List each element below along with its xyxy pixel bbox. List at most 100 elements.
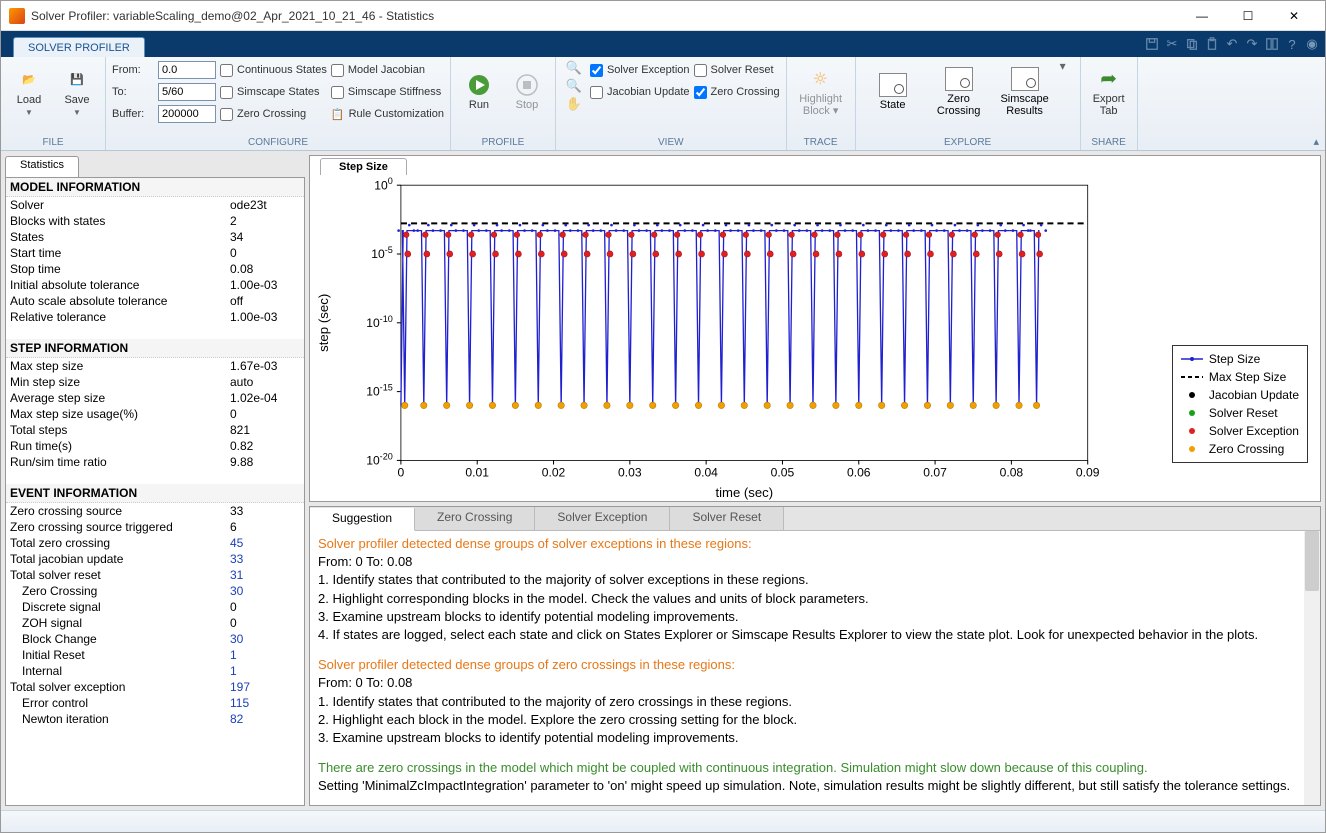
tab-zero-crossing[interactable]: Zero Crossing xyxy=(415,507,535,530)
ribbon-group-profile: Run Stop PROFILE xyxy=(451,57,556,150)
stats-key: Newton iteration xyxy=(10,712,230,726)
stats-row: Average step size1.02e-04 xyxy=(6,390,304,406)
paste-icon[interactable] xyxy=(1203,35,1221,53)
tab-solver-exception[interactable]: Solver Exception xyxy=(535,507,670,530)
stats-row: Initial Reset1 xyxy=(6,647,304,663)
stats-value[interactable]: 197 xyxy=(230,680,300,694)
stop-button[interactable]: Stop xyxy=(505,59,549,125)
suggestion-body[interactable]: Solver profiler detected dense groups of… xyxy=(310,531,1320,805)
pan-icon[interactable]: ✋ xyxy=(565,95,583,113)
simscape-label: SimscapeResults xyxy=(1000,93,1048,117)
ribbon-group-view: 🔍 🔍 ✋ Solver Exception Jacobian Update S… xyxy=(556,57,787,150)
stats-value[interactable]: 31 xyxy=(230,568,300,582)
stats-value[interactable]: 82 xyxy=(230,712,300,726)
state-label: State xyxy=(880,99,906,111)
stats-value: 0 xyxy=(230,246,300,260)
stats-value: 0.08 xyxy=(230,262,300,276)
ribbon-group-file: 📂 Load ▼ 💾 Save ▼ FILE xyxy=(1,57,106,150)
cut-icon[interactable]: ✂ xyxy=(1163,35,1181,53)
simscape-states-checkbox[interactable] xyxy=(220,86,233,99)
to-input[interactable] xyxy=(158,83,216,101)
quick-access-bar: SOLVER PROFILER ✂ ↶ ↷ ? ◉ xyxy=(1,31,1325,57)
legend-jacobian: Jacobian Update xyxy=(1209,388,1299,402)
stats-key: Total solver reset xyxy=(10,568,230,582)
help-icon[interactable]: ? xyxy=(1283,35,1301,53)
solver-exception-checkbox[interactable] xyxy=(590,64,603,77)
stats-value[interactable]: 45 xyxy=(230,536,300,550)
buffer-input[interactable] xyxy=(158,105,216,123)
svg-text:10-10: 10-10 xyxy=(366,314,393,330)
chart-panel: Step Size 10010-510-1010-1510-2000.010.0… xyxy=(309,155,1321,502)
statistics-body[interactable]: MODEL INFORMATIONSolverode23tBlocks with… xyxy=(5,177,305,806)
stats-value[interactable]: 115 xyxy=(230,696,300,710)
stats-row: Zero Crossing30 xyxy=(6,583,304,599)
stats-value: 821 xyxy=(230,423,300,437)
export-tab-button[interactable]: ➦ ExportTab xyxy=(1087,59,1131,125)
more-icon[interactable]: ◉ xyxy=(1303,35,1321,53)
stats-key: ZOH signal xyxy=(10,616,230,630)
state-explorer-button[interactable]: State xyxy=(862,59,924,125)
rule-customization-button[interactable]: Rule Customization xyxy=(349,108,444,120)
tab-step-size[interactable]: Step Size xyxy=(320,158,407,175)
titlebar: Solver Profiler: variableScaling_demo@02… xyxy=(1,1,1325,31)
tab-suggestion[interactable]: Suggestion xyxy=(310,508,415,531)
tab-statistics[interactable]: Statistics xyxy=(5,156,79,178)
zoom-in-icon[interactable]: 🔍 xyxy=(565,59,583,77)
maximize-button[interactable]: ☐ xyxy=(1225,1,1271,31)
svg-text:0.05: 0.05 xyxy=(771,466,795,480)
stats-row: Zero crossing source33 xyxy=(6,503,304,519)
stats-row: Zero crossing source triggered6 xyxy=(6,519,304,535)
sug-text: From: 0 To: 0.08 xyxy=(318,674,1312,692)
svg-text:100: 100 xyxy=(374,176,393,192)
run-button[interactable]: Run xyxy=(457,59,501,125)
from-input[interactable] xyxy=(158,61,216,79)
zoom-out-icon[interactable]: 🔍 xyxy=(565,77,583,95)
save-button[interactable]: 💾 Save ▼ xyxy=(55,59,99,125)
redo-icon[interactable]: ↷ xyxy=(1243,35,1261,53)
sug-text: There are zero crossings in the model wh… xyxy=(318,759,1312,777)
stats-key: Total zero crossing xyxy=(10,536,230,550)
model-jacobian-checkbox[interactable] xyxy=(331,64,344,77)
stats-key: Solver xyxy=(10,198,230,212)
stats-value[interactable]: 1 xyxy=(230,664,300,678)
zero-crossing-label: Zero Crossing xyxy=(237,108,306,120)
simscape-stiffness-checkbox[interactable] xyxy=(331,86,344,99)
close-button[interactable]: ✕ xyxy=(1271,1,1317,31)
stats-row: Newton iteration82 xyxy=(6,711,304,727)
model-jacobian-label: Model Jacobian xyxy=(348,64,425,76)
svg-text:0.09: 0.09 xyxy=(1076,466,1100,480)
layout-icon[interactable] xyxy=(1263,35,1281,53)
minimize-button[interactable]: — xyxy=(1179,1,1225,31)
svg-text:10-15: 10-15 xyxy=(366,383,393,399)
copy-icon[interactable] xyxy=(1183,35,1201,53)
stats-value[interactable]: 30 xyxy=(230,584,300,598)
stats-key: Error control xyxy=(10,696,230,710)
stats-row: Internal1 xyxy=(6,663,304,679)
stats-key: Start time xyxy=(10,246,230,260)
sug-text: 2. Highlight each block in the model. Ex… xyxy=(318,711,1312,729)
chart-canvas[interactable]: 10010-510-1010-1510-2000.010.020.030.040… xyxy=(310,175,1320,501)
solver-reset-checkbox[interactable] xyxy=(694,64,707,77)
bottom-tabs: SuggestionZero CrossingSolver ExceptionS… xyxy=(310,507,1320,531)
continuous-states-checkbox[interactable] xyxy=(220,64,233,77)
tab-solver-reset[interactable]: Solver Reset xyxy=(670,507,784,530)
stats-value[interactable]: 30 xyxy=(230,632,300,646)
zero-crossing-explorer-button[interactable]: ZeroCrossing xyxy=(928,59,990,125)
load-button[interactable]: 📂 Load ▼ xyxy=(7,59,51,125)
sug-text: Setting 'MinimalZcImpactIntegration' par… xyxy=(318,777,1312,795)
explore-dropdown[interactable]: ▾ xyxy=(1060,59,1074,73)
zero-crossing-view-checkbox[interactable] xyxy=(694,86,707,99)
highlight-block-button[interactable]: 🔆 HighlightBlock ▾ xyxy=(793,59,849,125)
suggestion-scrollbar[interactable] xyxy=(1304,531,1320,805)
stats-value[interactable]: 33 xyxy=(230,552,300,566)
simscape-results-button[interactable]: SimscapeResults xyxy=(994,59,1056,125)
zero-crossing-checkbox[interactable] xyxy=(220,108,233,121)
ribbon-tab-solver-profiler[interactable]: SOLVER PROFILER xyxy=(13,37,145,57)
save-icon[interactable] xyxy=(1143,35,1161,53)
undo-icon[interactable]: ↶ xyxy=(1223,35,1241,53)
stats-row: Auto scale absolute toleranceoff xyxy=(6,293,304,309)
ribbon-minimize-button[interactable]: ▴ xyxy=(1313,135,1319,148)
stats-value[interactable]: 1 xyxy=(230,648,300,662)
sug-text: 2. Highlight corresponding blocks in the… xyxy=(318,590,1312,608)
jacobian-update-checkbox[interactable] xyxy=(590,86,603,99)
